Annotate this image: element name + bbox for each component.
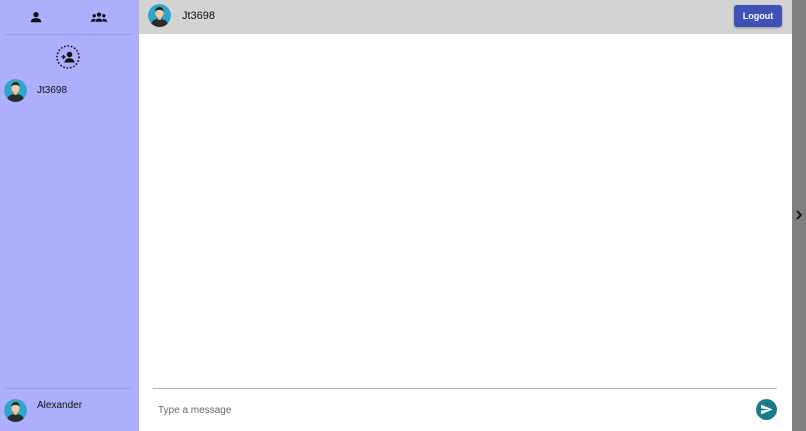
sidebar-divider (5, 34, 133, 35)
avatar (148, 4, 171, 27)
person-icon[interactable] (23, 5, 49, 29)
avatar (4, 399, 27, 422)
message-area[interactable] (139, 34, 792, 388)
right-panel-rail (792, 0, 806, 431)
send-button[interactable] (756, 399, 777, 420)
send-icon (761, 404, 773, 415)
message-input[interactable] (153, 398, 743, 422)
chat-contact-name: Jt3698 (182, 10, 216, 22)
sidebar: Jt3698 Alexander (0, 0, 139, 431)
add-contact-icon[interactable] (55, 44, 81, 70)
avatar (4, 78, 27, 102)
contact-item[interactable]: Jt3698 (0, 77, 139, 103)
chat-header: Jt3698 Logout (139, 0, 792, 34)
chat-app: Jt3698 Alexander Jt3698 Logout Type a me… (0, 0, 806, 431)
current-user: Alexander (0, 396, 139, 424)
sidebar-tabs (0, 0, 139, 34)
contact-name: Jt3698 (37, 84, 68, 96)
chevron-right-icon[interactable] (794, 208, 804, 222)
group-icon[interactable] (86, 5, 112, 29)
current-user-name: Alexander (37, 400, 83, 411)
sidebar-footer-divider (5, 388, 131, 389)
logout-button[interactable]: Logout (734, 5, 782, 27)
composer-divider (153, 388, 777, 389)
